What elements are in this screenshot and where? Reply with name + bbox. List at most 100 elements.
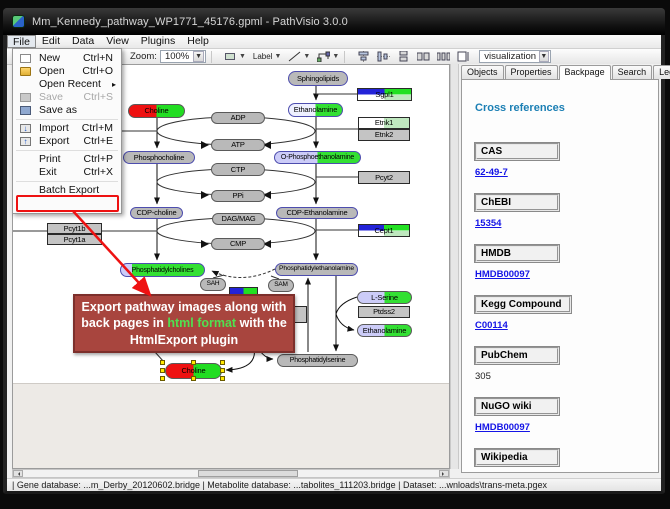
connector-tool-icon bbox=[317, 51, 330, 62]
selection-handle[interactable] bbox=[160, 368, 165, 373]
selection-handle[interactable] bbox=[220, 360, 225, 365]
panel-splitter[interactable] bbox=[450, 64, 459, 469]
align-center-horizontal-button[interactable] bbox=[357, 50, 370, 64]
horizontal-scrollbar[interactable] bbox=[12, 469, 450, 478]
xref-section-kegg: Kegg Compound C00114 bbox=[475, 296, 646, 331]
page-layout-button[interactable] bbox=[457, 50, 470, 64]
menu-item-save[interactable]: SaveCtrl+S bbox=[13, 91, 121, 104]
datanode-dropdown-button[interactable]: ▼ bbox=[224, 50, 246, 64]
xref-link[interactable]: HMDB00097 bbox=[475, 269, 646, 280]
chevron-down-icon: ▼ bbox=[303, 53, 310, 60]
stack-vertical-button[interactable] bbox=[397, 50, 410, 64]
scrollbar-thumb[interactable] bbox=[198, 470, 298, 477]
menu-view[interactable]: View bbox=[100, 35, 135, 48]
scrollbar-track[interactable] bbox=[23, 470, 439, 477]
label-dropdown-button[interactable]: Label ▼ bbox=[253, 50, 282, 64]
node-atp[interactable]: ATP bbox=[211, 139, 265, 151]
node-ppi[interactable]: PPi bbox=[211, 190, 265, 202]
selection-handle[interactable] bbox=[220, 376, 225, 381]
stack-horizontal-button[interactable] bbox=[417, 50, 430, 64]
node-etnk2[interactable]: Etnk2 bbox=[358, 129, 410, 141]
xref-link[interactable]: C00114 bbox=[475, 320, 646, 331]
node-phosphatidylserine[interactable]: Phosphatidylserine bbox=[277, 354, 358, 367]
menu-help[interactable]: Help bbox=[181, 35, 215, 48]
selection-handle[interactable] bbox=[160, 376, 165, 381]
node-phosphatidylethanolamine[interactable]: Phosphatidylethanolamine bbox=[275, 263, 358, 276]
selection-handle[interactable] bbox=[191, 360, 196, 365]
stack-horizontal-icon bbox=[417, 51, 430, 62]
status-text: | Gene database: ...m_Derby_20120602.bri… bbox=[12, 480, 547, 490]
annotation-callout: Export pathway images along with back pa… bbox=[73, 294, 295, 353]
xref-link[interactable]: 15354 bbox=[475, 218, 646, 229]
menu-item-save-as[interactable]: Save as bbox=[13, 104, 121, 117]
menu-item-export[interactable]: ↑ExportCtrl+E bbox=[13, 135, 121, 148]
node-ptdss2[interactable]: Ptdss2 bbox=[358, 306, 410, 318]
menu-item-print[interactable]: PrintCtrl+P bbox=[13, 153, 121, 166]
tab-search[interactable]: Search bbox=[612, 65, 653, 79]
node-sah[interactable]: SAH bbox=[200, 278, 226, 291]
zoom-combobox[interactable]: 100% ▼ bbox=[160, 50, 206, 63]
menu-item-new[interactable]: NewCtrl+N bbox=[13, 52, 121, 65]
xref-name: Kegg Compound bbox=[475, 296, 571, 313]
selection-handle[interactable] bbox=[220, 368, 225, 373]
node-sam[interactable]: SAM bbox=[268, 279, 294, 292]
align-center-vertical-button[interactable] bbox=[377, 50, 390, 64]
tab-properties[interactable]: Properties bbox=[505, 65, 558, 79]
node-sgpl1[interactable]: Sgpl1 bbox=[357, 88, 412, 101]
xref-section-nugo: NuGO wiki HMDB00097 bbox=[475, 398, 646, 433]
node-adp[interactable]: ADP bbox=[211, 112, 265, 124]
chevron-down-icon[interactable]: ▼ bbox=[193, 51, 204, 62]
scroll-left-arrow-icon[interactable] bbox=[13, 470, 23, 477]
menu-item-exit[interactable]: ExitCtrl+X bbox=[13, 166, 121, 179]
menu-item-open[interactable]: OpenCtrl+O bbox=[13, 65, 121, 78]
chevron-down-icon: ▼ bbox=[239, 53, 246, 60]
node-ctp[interactable]: CTP bbox=[211, 163, 265, 176]
node-pcyt1b[interactable]: Pcyt1b bbox=[47, 223, 102, 234]
menu-item-open-recent[interactable]: Open Recent▸ bbox=[13, 78, 121, 91]
node-sphingolipids[interactable]: Sphingolipids bbox=[288, 71, 348, 86]
title-bar[interactable]: Mm_Kennedy_pathway_WP1771_45176.gpml - P… bbox=[3, 8, 665, 35]
menu-file[interactable]: File bbox=[7, 35, 36, 48]
visualization-combobox[interactable]: visualization ▼ bbox=[479, 50, 551, 63]
selection-handle[interactable] bbox=[191, 376, 196, 381]
xref-link[interactable]: 62-49-7 bbox=[475, 167, 646, 178]
node-ethanolamine-2[interactable]: Ethanolamine bbox=[357, 324, 412, 337]
node-phosphatidylcholines[interactable]: Phosphatidylcholines bbox=[120, 263, 205, 277]
xref-section-wikipedia: Wikipedia Choline bbox=[475, 449, 646, 473]
connector-tool-button[interactable]: ▼ bbox=[317, 50, 339, 64]
chevron-down-icon: ▼ bbox=[332, 53, 339, 60]
node-cdp-ethanolamine[interactable]: CDP-Ethanolamine bbox=[276, 207, 358, 219]
node-cdp-choline[interactable]: CDP-choline bbox=[130, 207, 183, 219]
node-ethanolamine[interactable]: Ethanolamine bbox=[288, 103, 343, 117]
node-dag-mag[interactable]: DAG/MAG bbox=[212, 213, 265, 225]
node-phosphocholine[interactable]: Phosphocholine bbox=[123, 151, 195, 164]
xref-link[interactable]: HMDB00097 bbox=[475, 422, 646, 433]
menu-plugins[interactable]: Plugins bbox=[135, 35, 181, 48]
chevron-down-icon[interactable]: ▼ bbox=[539, 51, 550, 62]
cross-references-heading: Cross references bbox=[475, 102, 646, 114]
menu-edit[interactable]: Edit bbox=[36, 35, 66, 48]
pathvisio-icon bbox=[12, 15, 25, 28]
line-tool-button[interactable]: ▼ bbox=[288, 50, 310, 64]
backpage-panel[interactable]: Cross references CAS 62-49-7 ChEBI 15354… bbox=[461, 79, 659, 473]
selection-handle[interactable] bbox=[160, 360, 165, 365]
xref-section-cas: CAS 62-49-7 bbox=[475, 143, 646, 178]
distribute-button[interactable] bbox=[437, 50, 450, 64]
toolbar-separator bbox=[211, 51, 212, 63]
menu-item-import[interactable]: ↓ImportCtrl+M bbox=[13, 122, 121, 135]
tab-legend[interactable]: Legend bbox=[653, 65, 670, 79]
menu-data[interactable]: Data bbox=[66, 35, 100, 48]
node-pcyt1a[interactable]: Pcyt1a bbox=[47, 234, 102, 245]
scroll-right-arrow-icon[interactable] bbox=[439, 470, 449, 477]
node-cmp[interactable]: CMP bbox=[211, 238, 265, 250]
node-pcyt2[interactable]: Pcyt2 bbox=[358, 171, 410, 184]
node-l-serine[interactable]: L-Serine bbox=[357, 291, 412, 304]
node-choline[interactable]: Choline bbox=[128, 104, 185, 118]
node-o-phosphoethanolamine[interactable]: O-Phosphoethanolamine bbox=[274, 151, 361, 164]
xref-value: 305 bbox=[475, 371, 646, 382]
align-center-vertical-icon bbox=[377, 51, 390, 62]
tab-backpage[interactable]: Backpage bbox=[559, 65, 611, 80]
tab-objects[interactable]: Objects bbox=[461, 65, 504, 79]
node-etnk1[interactable]: Etnk1 bbox=[358, 117, 410, 129]
node-cept1[interactable]: Cept1 bbox=[358, 224, 410, 237]
